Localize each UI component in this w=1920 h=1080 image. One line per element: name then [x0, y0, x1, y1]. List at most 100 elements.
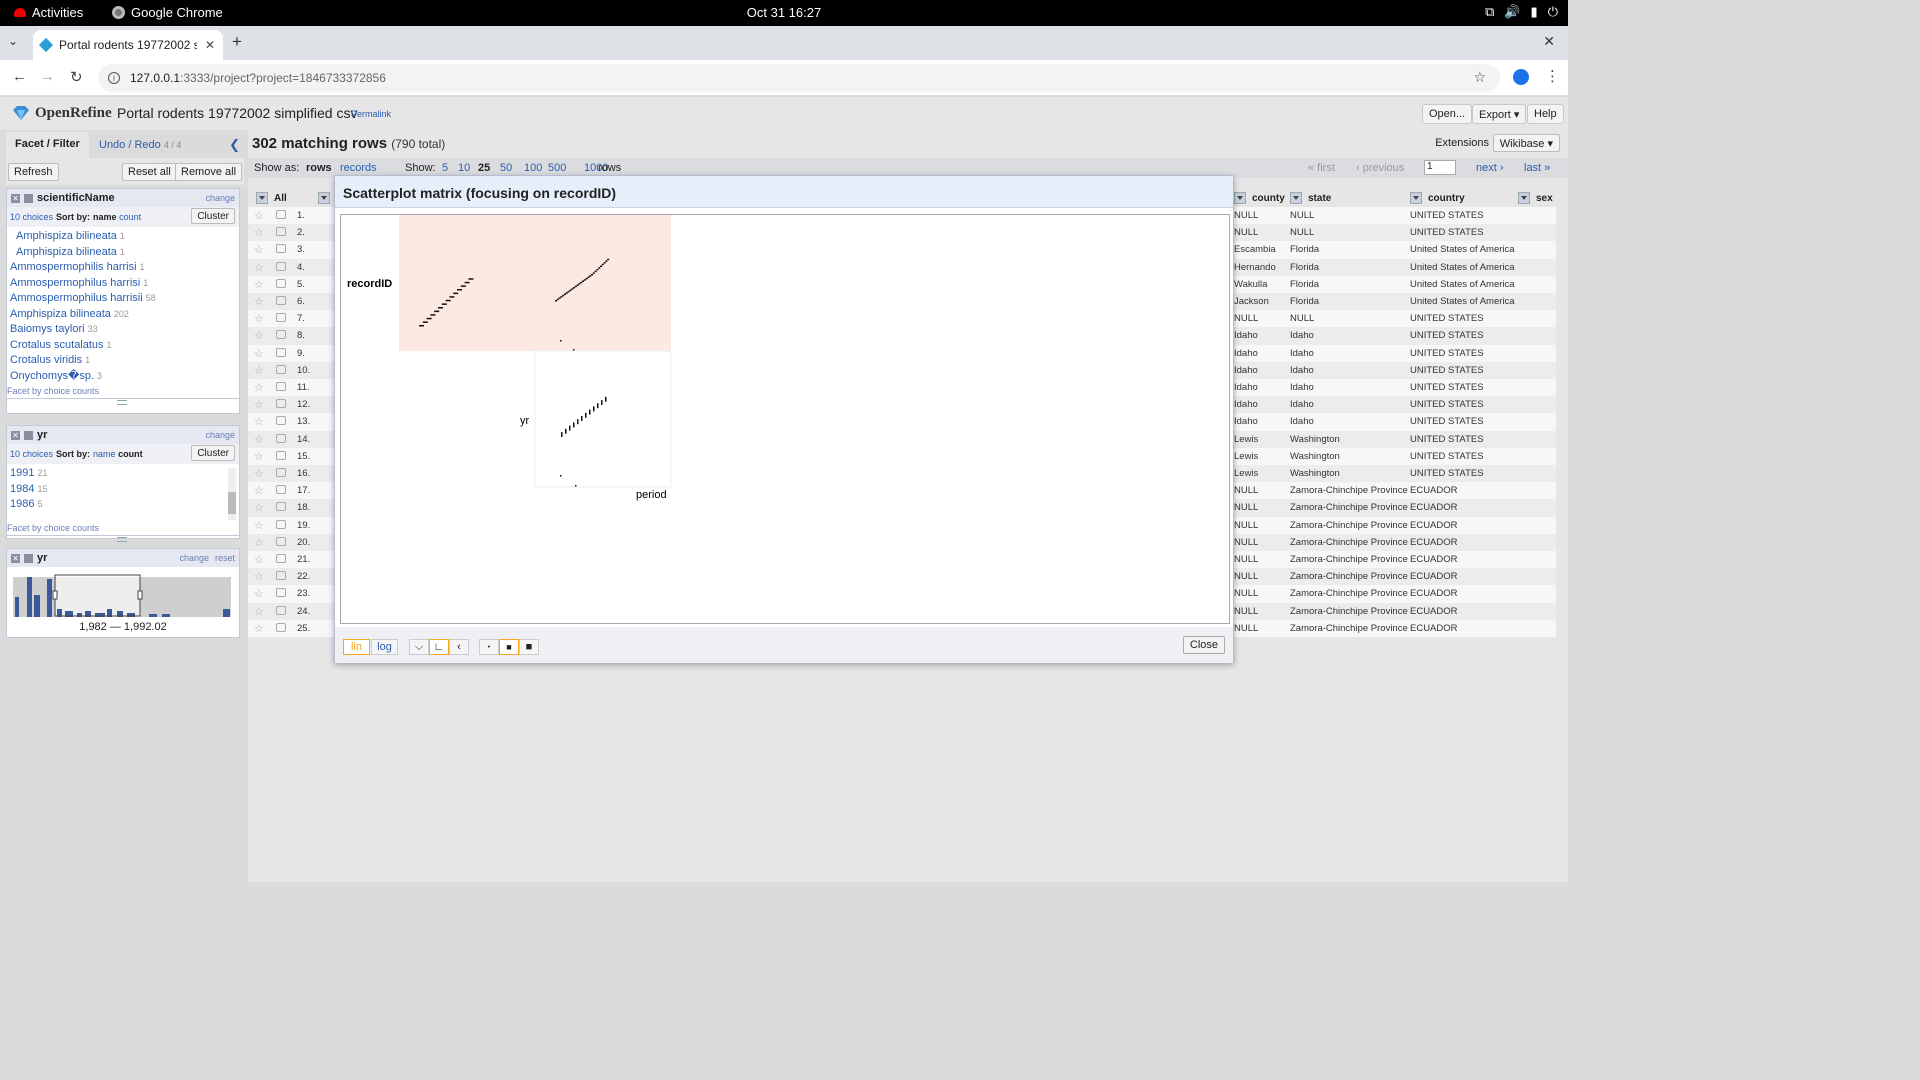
star-icon[interactable]: ☆ — [254, 312, 264, 325]
tab-facet-filter[interactable]: Facet / Filter — [6, 132, 89, 158]
cell-country[interactable]: UNITED STATES — [1410, 365, 1484, 376]
flag-icon[interactable] — [276, 468, 286, 477]
cell-country[interactable]: UNITED STATES — [1410, 313, 1484, 324]
column-menu-icon[interactable] — [1234, 192, 1246, 204]
star-icon[interactable]: ☆ — [254, 553, 264, 566]
star-icon[interactable]: ☆ — [254, 329, 264, 342]
cell-state[interactable]: Florida — [1290, 279, 1319, 290]
flag-icon[interactable] — [276, 296, 286, 305]
flag-icon[interactable] — [276, 485, 286, 495]
refresh-button[interactable]: Refresh — [8, 163, 59, 181]
cell-state[interactable]: NULL — [1290, 227, 1314, 238]
sort-by-name[interactable]: name — [93, 212, 117, 222]
cell-country[interactable]: UNITED STATES — [1410, 210, 1484, 221]
range-left-handle[interactable] — [52, 590, 58, 600]
facet-change-link[interactable]: change — [205, 193, 235, 203]
cell-country[interactable]: ECUADOR — [1410, 485, 1458, 496]
range-histogram[interactable] — [7, 573, 239, 619]
star-icon[interactable]: ☆ — [254, 484, 264, 497]
facet-choice-item[interactable]: 1984 15 — [10, 482, 236, 498]
star-icon[interactable]: ☆ — [254, 364, 264, 377]
cell-county[interactable]: NULL — [1234, 554, 1258, 565]
cell-state[interactable]: Idaho — [1290, 330, 1314, 341]
minimize-facet-icon[interactable] — [24, 193, 33, 203]
dot-small-icon[interactable]: • — [479, 639, 499, 655]
cell-county[interactable]: Jackson — [1234, 296, 1269, 307]
activities-button[interactable]: Activities — [14, 5, 83, 20]
star-icon[interactable]: ☆ — [254, 622, 264, 635]
flag-icon[interactable] — [276, 450, 286, 460]
flag-icon[interactable] — [276, 416, 286, 426]
clock[interactable]: Oct 31 16:27 — [0, 5, 1568, 20]
log-scale-toggle[interactable]: log — [371, 639, 398, 655]
reload-icon[interactable]: ↻ — [70, 68, 83, 86]
cell-state[interactable]: Idaho — [1290, 399, 1314, 410]
cell-county[interactable]: NULL — [1234, 520, 1258, 531]
flag-icon[interactable] — [276, 554, 286, 563]
linear-scale-toggle[interactable]: lin — [343, 639, 370, 655]
facet-choice-item[interactable]: Crotalus viridis 1 — [10, 353, 236, 369]
flag-icon[interactable] — [276, 278, 286, 288]
column-menu-icon[interactable] — [1518, 192, 1530, 204]
cell-state[interactable]: Washington — [1290, 434, 1340, 445]
star-icon[interactable]: ☆ — [254, 519, 264, 532]
flag-icon[interactable] — [276, 261, 286, 271]
star-icon[interactable]: ☆ — [254, 501, 264, 514]
cell-country[interactable]: UNITED STATES — [1410, 416, 1484, 427]
reset-all-button[interactable]: Reset all — [122, 163, 177, 181]
flag-icon[interactable] — [276, 210, 286, 219]
star-icon[interactable]: ☆ — [254, 261, 264, 274]
facet-choice-item[interactable]: Amphispiza bilineata 1 — [10, 229, 236, 245]
cell-county[interactable]: NULL — [1234, 227, 1258, 238]
flag-icon[interactable] — [276, 227, 286, 237]
cell-state[interactable]: Washington — [1290, 468, 1340, 479]
flag-icon[interactable] — [276, 364, 286, 374]
plot-cell-recordid-period[interactable] — [535, 215, 671, 351]
cell-county[interactable]: NULL — [1234, 588, 1258, 599]
star-icon[interactable]: ☆ — [254, 467, 264, 480]
cell-state[interactable]: Zamora-Chinchipe Province — [1290, 502, 1408, 513]
rotate-left-icon[interactable]: ‹ — [449, 639, 469, 655]
flag-icon[interactable] — [276, 536, 286, 546]
facet-choice-item[interactable]: 1991 21 — [10, 466, 236, 482]
cell-state[interactable]: Florida — [1290, 262, 1319, 273]
cell-country[interactable]: ECUADOR — [1410, 623, 1458, 634]
cell-country[interactable]: United States of America — [1410, 262, 1515, 273]
remove-all-button[interactable]: Remove all — [175, 163, 243, 181]
facet-choice-item[interactable]: Ammospermophilus harrisi 1 — [10, 276, 236, 292]
cell-country[interactable]: ECUADOR — [1410, 537, 1458, 548]
star-icon[interactable]: ☆ — [254, 226, 264, 239]
facet-choices-count[interactable]: 10 choices — [10, 212, 53, 222]
cell-county[interactable]: NULL — [1234, 485, 1258, 496]
cell-county[interactable]: Idaho — [1234, 399, 1258, 410]
minimize-facet-icon[interactable] — [24, 553, 33, 563]
page-size-option[interactable]: 10 — [458, 162, 470, 174]
column-menu-icon[interactable] — [1290, 192, 1302, 204]
column-header-country[interactable]: country — [1410, 189, 1465, 207]
rotate-none-icon[interactable]: ∟ — [429, 639, 449, 655]
facet-change-link[interactable]: change — [179, 553, 209, 563]
cell-country[interactable]: UNITED STATES — [1410, 382, 1484, 393]
cell-country[interactable]: UNITED STATES — [1410, 468, 1484, 479]
flag-icon[interactable] — [276, 399, 286, 409]
cell-country[interactable]: ECUADOR — [1410, 554, 1458, 565]
tab-undo-redo[interactable]: Undo / Redo 4 / 4 — [99, 139, 181, 151]
flag-icon[interactable] — [276, 313, 286, 323]
help-button[interactable]: Help — [1527, 104, 1564, 124]
remove-facet-icon[interactable]: ✕ — [11, 553, 20, 563]
star-icon[interactable]: ☆ — [254, 243, 264, 256]
flag-icon[interactable] — [276, 502, 286, 512]
cell-country[interactable]: ECUADOR — [1410, 606, 1458, 617]
cell-state[interactable]: Zamora-Chinchipe Province — [1290, 537, 1408, 548]
star-icon[interactable]: ☆ — [254, 450, 264, 463]
cell-country[interactable]: UNITED STATES — [1410, 348, 1484, 359]
cell-country[interactable]: ECUADOR — [1410, 520, 1458, 531]
facet-choice-item[interactable]: Ammospermophilis harrisi 1 — [10, 260, 236, 276]
cell-country[interactable]: United States of America — [1410, 296, 1515, 307]
column-menu-icon[interactable] — [1410, 192, 1422, 204]
minimize-facet-icon[interactable] — [24, 430, 33, 440]
cell-state[interactable]: Zamora-Chinchipe Province — [1290, 571, 1408, 582]
star-icon[interactable]: ☆ — [254, 278, 264, 291]
cell-county[interactable]: Lewis — [1234, 451, 1258, 462]
facet-choice-item[interactable]: 1986 5 — [10, 497, 236, 513]
